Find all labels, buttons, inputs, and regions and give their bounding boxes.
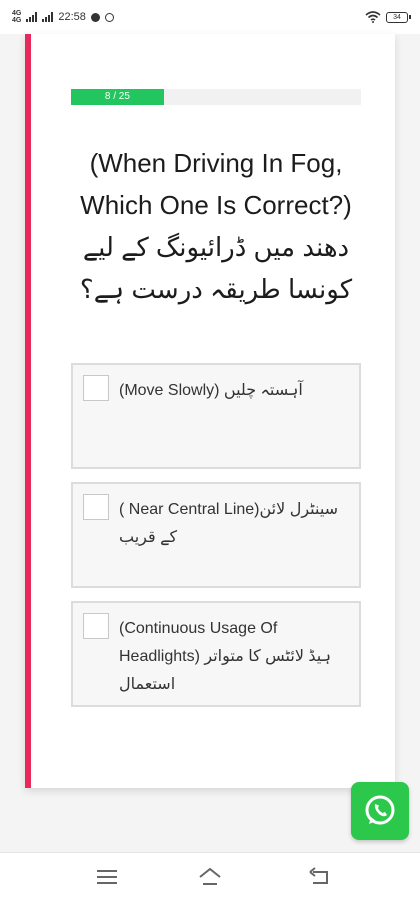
whatsapp-status-icon [104,12,114,22]
home-icon[interactable] [197,865,223,889]
battery-icon: 34 [386,11,411,23]
option-move-slowly[interactable]: (Move Slowly) آہستہ چلیں [71,363,361,469]
signal-icon [26,12,38,22]
question-urdu: دھند میں ڈرائیونگ کے لیے کونسا طریقہ درس… [79,232,353,304]
wifi-icon [365,11,381,23]
battery-level: 34 [393,13,401,21]
whatsapp-icon [365,795,395,825]
status-left: 4G 4G 22:58 [12,10,114,24]
option-checkbox[interactable] [83,613,109,639]
option-checkbox[interactable] [83,494,109,520]
status-bar: 4G 4G 22:58 34 [0,0,420,34]
progress-fill: 8 / 25 [71,89,164,105]
option-label: (Move Slowly) آہستہ چلیں [119,382,303,399]
option-label: ( Near Central Line)سینٹرل لائن کے قریب [119,501,339,546]
option-checkbox[interactable] [83,375,109,401]
quiz-card: 8 / 25 (When Driving In Fog, Which One I… [25,34,395,788]
option-continuous-headlights[interactable]: (Continuous Usage Of Headlights) ہیڈ لائ… [71,601,361,707]
option-label: (Continuous Usage Of Headlights) ہیڈ لائ… [119,620,331,693]
whatsapp-button[interactable] [351,782,409,840]
back-icon[interactable] [307,865,333,889]
progress-bar: 8 / 25 [71,89,361,105]
option-near-central-line[interactable]: ( Near Central Line)سینٹرل لائن کے قریب [71,482,361,588]
signal-icon-2 [42,12,54,22]
network-label-bottom: 4G [12,17,22,24]
status-right: 34 [365,11,411,23]
menu-icon[interactable] [94,865,120,889]
question-english: (When Driving In Fog, Which One Is Corre… [80,148,352,220]
question-text: (When Driving In Fog, Which One Is Corre… [56,142,376,310]
notification-dot-icon [90,12,100,22]
options-list: (Move Slowly) آہستہ چلیں ( Near Central … [71,363,361,720]
network-label-top: 4G [12,10,22,17]
system-nav-bar [0,852,420,901]
clock: 22:58 [58,11,86,23]
progress-label: 8 / 25 [104,91,130,102]
network-type: 4G 4G [12,10,21,24]
